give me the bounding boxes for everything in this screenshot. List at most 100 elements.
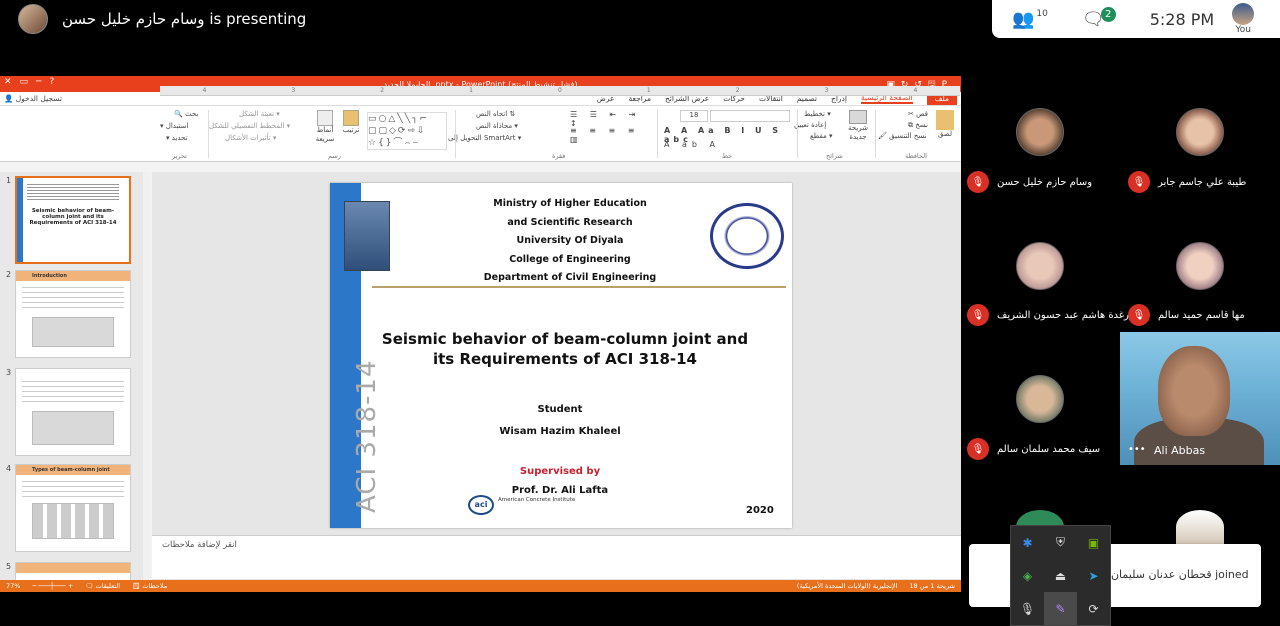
select-button[interactable]: ▾ تحديد — [166, 134, 188, 142]
bluetooth-icon[interactable]: ✱ — [1011, 526, 1044, 559]
participant-tile[interactable]: 🎙 رغدة هاشم عبد حسون الشريف — [967, 304, 1129, 326]
mic-off-icon: 🎙 — [967, 304, 989, 326]
zoom-slider[interactable]: ─ ───┼─── + — [32, 582, 73, 590]
quick-styles-label: أنماط سريعة — [315, 126, 335, 143]
chat-button[interactable]: 🗨 2 — [1082, 6, 1116, 30]
smartart-button[interactable]: التحويل إلى SmartArt ▾ — [448, 134, 521, 142]
cut-button[interactable]: ✂ قص — [908, 110, 928, 118]
format-painter-button[interactable]: 🖌 نسخ التنسيق — [878, 132, 927, 140]
notes-pane[interactable]: انقر لإضافة ملاحظات — [152, 535, 961, 579]
meeting-controls: 👥 10 🗨 2 5:28 PM You — [992, 0, 1280, 38]
self-avatar — [1232, 3, 1255, 25]
self-view[interactable]: You — [1232, 3, 1255, 35]
editing-label: تحرير — [172, 152, 187, 160]
ruler-mark: 4 — [913, 87, 918, 94]
text-direction-button[interactable]: اتجاه النص ⇅ — [476, 110, 515, 118]
copy-button[interactable]: ⧉ نسخ — [908, 121, 928, 130]
thumbnail-slide-4[interactable]: Types of beam-column joint — [15, 464, 131, 552]
thumbnail-slide-2[interactable]: Introduction — [15, 270, 131, 358]
arrange-icon — [343, 110, 359, 126]
pen-icon[interactable]: ✎ — [1044, 592, 1077, 625]
participant-avatar — [1016, 242, 1064, 290]
thumbnail-slide-3[interactable] — [15, 368, 131, 456]
network-icon[interactable]: ◈ — [1011, 559, 1044, 592]
thumb-header — [27, 184, 119, 202]
video-tile-name: Ali Abbas — [1154, 444, 1206, 457]
telegram-icon[interactable]: ➤ — [1077, 559, 1110, 592]
participant-name: مها قاسم حميد سالم — [1158, 309, 1245, 321]
ribbon-separator — [455, 110, 456, 158]
thumb-number: 5 — [6, 562, 12, 571]
shapes-gallery[interactable]: ▭○△╲╲┐⌐ ▢▢◇⟳⇨⇩ ☆{}⌒⌢⌣ — [367, 112, 447, 150]
reset-button[interactable]: إعادة تعيين — [794, 121, 826, 129]
quick-styles-button[interactable]: أنماط سريعة — [313, 110, 337, 144]
ruler-mark: 0 — [558, 87, 562, 94]
thumbnail-slide-1[interactable]: Seismic behavior of beam-column joint an… — [15, 176, 131, 264]
join-message: قحطان عدنان سليمان قـ joined — [1099, 568, 1249, 581]
thumbnail-scrollbar[interactable] — [143, 172, 151, 580]
sign-in-link[interactable]: 👤 تسجيل الدخول — [4, 94, 62, 103]
usb-icon[interactable]: ⏏ — [1044, 559, 1077, 592]
participant-tile[interactable]: 🎙 طيبة علي جاسم جابر — [1128, 171, 1246, 193]
slides-label: شرائح — [826, 152, 843, 160]
ruler-mark: 3 — [824, 87, 829, 94]
shield-icon[interactable]: ⛨ — [1044, 526, 1077, 559]
participant-name: وسام حازم خليل حسن — [997, 176, 1093, 188]
slide-year: 2020 — [746, 505, 774, 516]
you-label: You — [1235, 25, 1251, 35]
notes-button[interactable]: 🗒 ملاحظات — [132, 582, 167, 590]
status-bar: 77% ─ ───┼─── + 🗨 التعليقات 🗒 ملاحظات ال… — [0, 580, 961, 592]
language-indicator: الإنجليزية (الولايات المتحدة الأمريكية) — [796, 582, 898, 590]
find-button[interactable]: 🔍 بحث — [174, 110, 198, 118]
window-controls[interactable]: ✕▭─? — [4, 77, 62, 87]
presenter-banner: وسام حازم خليل حسن is presenting — [18, 4, 306, 34]
aci-text: American Concrete Institute — [498, 497, 576, 503]
replace-button[interactable]: ▾ استبدال — [160, 122, 189, 130]
paragraph-label: فقرة — [552, 152, 566, 160]
new-slide-button[interactable]: شريحة جديدة — [844, 110, 872, 142]
participants-button[interactable]: 👥 10 — [1012, 9, 1048, 30]
thumb-image — [32, 411, 114, 445]
thumbnail-slide-5[interactable] — [15, 562, 131, 580]
shape-fill-button[interactable]: تعبئة الشكل ▾ — [239, 110, 280, 118]
participant-name: سيف محمد سلمان سالم — [997, 443, 1101, 455]
font-name-select[interactable] — [710, 110, 790, 122]
current-slide[interactable]: Ministry of Higher Education and Scienti… — [330, 183, 792, 528]
ministry-line: College of Engineering — [509, 253, 631, 265]
align-text-label: محاذاة النص — [476, 122, 513, 130]
comments-button[interactable]: 🗨 التعليقات — [85, 582, 120, 590]
microphone-icon[interactable]: 🎙 — [1011, 592, 1044, 625]
nvidia-icon[interactable]: ▣ — [1077, 526, 1110, 559]
copy-label: نسخ — [915, 121, 928, 129]
participant-tile[interactable]: 🎙 وسام حازم خليل حسن — [967, 171, 1092, 193]
align-text-button[interactable]: محاذاة النص ▾ — [476, 122, 518, 130]
participant-tile[interactable]: 🎙 مها قاسم حميد سالم — [1128, 304, 1245, 326]
ribbon: لصق ✂ قص ⧉ نسخ 🖌 نسخ التنسيق الحافظة شري… — [0, 106, 961, 162]
video-tile[interactable]: ••• Ali Abbas — [1120, 332, 1280, 465]
ribbon-separator — [797, 110, 798, 158]
paste-button[interactable]: لصق — [934, 110, 956, 138]
ruler-mark: 4 — [202, 87, 207, 94]
title-line: Seismic behavior of beam-column joint an… — [381, 330, 749, 348]
zoom-level[interactable]: 77% — [6, 582, 20, 590]
paste-label: لصق — [937, 130, 953, 138]
section-label: مقطع — [810, 132, 827, 140]
section-button[interactable]: مقطع ▾ — [810, 132, 833, 140]
more-options-icon[interactable]: ••• — [1128, 444, 1146, 455]
shape-effects-button[interactable]: تأثيرات الأشكال ▾ — [225, 134, 276, 142]
video-face — [1158, 346, 1230, 436]
layout-button[interactable]: تخطيط ▾ — [804, 110, 831, 118]
layout-label: تخطيط — [804, 110, 825, 118]
align-buttons[interactable]: ≡ ≡ ≡ ≡ ▥ — [570, 126, 656, 144]
chat-badge: 2 — [1100, 6, 1116, 22]
participant-tile[interactable]: 🎙 سيف محمد سلمان سالم — [967, 438, 1100, 460]
font-size-select[interactable]: 18 — [680, 110, 708, 122]
thumb-text-lines — [22, 481, 124, 497]
sync-icon[interactable]: ⟳ — [1077, 592, 1110, 625]
arrange-button[interactable]: ترتيب — [339, 110, 363, 135]
font-color-buttons[interactable]: A ab A — [664, 140, 720, 149]
shape-effects-label: تأثيرات الأشكال — [225, 134, 271, 142]
slide-info: شريحة 1 من 18 — [909, 582, 955, 590]
shape-outline-button[interactable]: المخطط التفصيلي للشكل ▾ — [209, 122, 290, 130]
horizontal-ruler: 4 3 2 1 0 1 2 3 4 — [160, 86, 960, 96]
